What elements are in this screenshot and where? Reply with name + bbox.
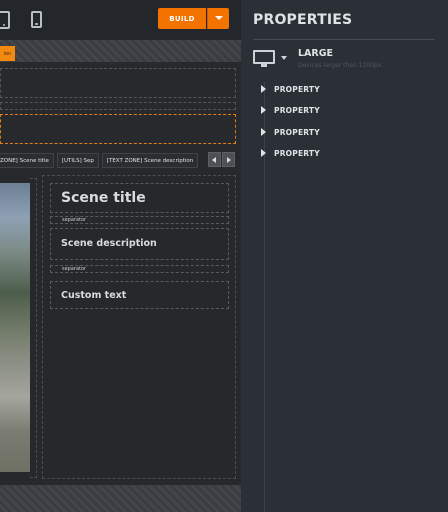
properties-panel (241, 0, 448, 512)
scene-title: Scene title (61, 190, 146, 206)
tablet-icon[interactable] (0, 11, 10, 29)
custom-text-zone[interactable]: Custom text (50, 281, 229, 309)
spacer-zone[interactable] (0, 102, 236, 110)
breadcrumb-nav (208, 152, 236, 167)
breadcrumb-item-scene-title[interactable]: ZONE] Scene title (0, 153, 54, 168)
build-dropdown-chevron-down-icon[interactable] (207, 8, 229, 29)
chevron-down-icon[interactable] (281, 56, 287, 60)
property-label: PROPERTY (274, 127, 320, 137)
image-zone[interactable] (30, 178, 37, 478)
expand-triangle-icon[interactable] (261, 85, 266, 93)
panel-title: PROPERTIES (253, 12, 353, 28)
property-label: PROPERTY (274, 84, 320, 94)
tree-guide (264, 82, 265, 512)
property-label: PROPERTY (274, 105, 320, 115)
scene-title-zone[interactable]: Scene title (50, 183, 229, 213)
scene-description: Scene description (61, 238, 157, 249)
selected-element-tag[interactable]: ion (0, 46, 15, 61)
monitor-icon[interactable] (253, 50, 275, 67)
property-item[interactable]: PROPERTY (261, 148, 320, 158)
header-zone[interactable] (0, 68, 236, 98)
expand-triangle-icon[interactable] (261, 149, 266, 157)
custom-text: Custom text (61, 290, 127, 301)
breadcrumb: ZONE] Scene title [UTILS] Sep [TEXT ZONE… (0, 152, 241, 169)
separator-label: separator (62, 266, 87, 272)
scene-image[interactable] (0, 183, 30, 472)
property-item[interactable]: PROPERTY (261, 105, 320, 115)
divider (253, 39, 435, 40)
separator-zone[interactable]: separator (50, 265, 229, 273)
breadcrumb-item-separator[interactable]: [UTILS] Sep (56, 153, 99, 168)
chevron-left-icon[interactable] (208, 152, 221, 167)
expand-triangle-icon[interactable] (261, 106, 266, 114)
property-label: PROPERTY (274, 148, 320, 158)
scene-description-zone[interactable]: Scene description (50, 228, 229, 260)
expand-triangle-icon[interactable] (261, 128, 266, 136)
chevron-right-icon[interactable] (222, 152, 235, 167)
separator-label: separator (62, 217, 87, 223)
separator-zone[interactable]: separator (50, 216, 229, 224)
top-toolbar: BUILD (0, 0, 241, 40)
breadcrumb-item-scene-description[interactable]: [TEXT ZONE] Scene description (101, 153, 199, 168)
build-button[interactable]: BUILD (158, 8, 206, 29)
property-item[interactable]: PROPERTY (261, 84, 320, 94)
selected-zone[interactable] (0, 114, 236, 144)
phone-icon[interactable] (31, 11, 42, 28)
device-size-label: LARGE (298, 48, 334, 59)
device-size-description: Devices larger than 1200px (298, 62, 382, 69)
property-item[interactable]: PROPERTY (261, 127, 320, 137)
editor-window: BUILD ion ZONE] Scene title [UTILS] Sep … (0, 0, 448, 512)
